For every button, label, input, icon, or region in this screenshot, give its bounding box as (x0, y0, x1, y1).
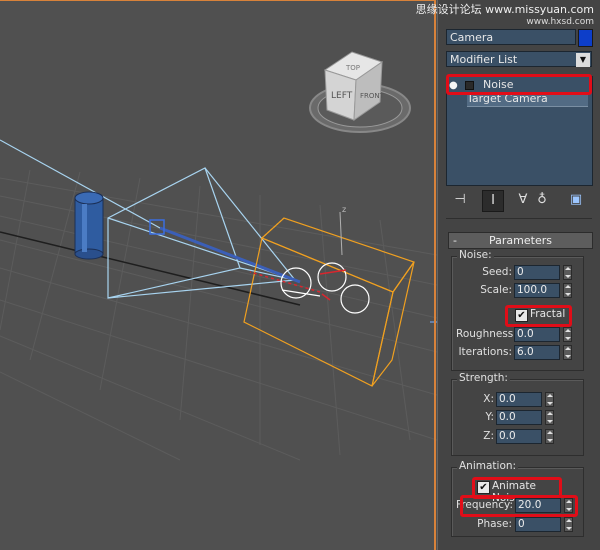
transform-gizmo[interactable] (249, 269, 347, 301)
scale-value[interactable]: 100.0 (514, 283, 560, 298)
remove-modifier-icon[interactable]: ♁ (532, 190, 552, 210)
show-end-result-icon[interactable]: I (482, 190, 504, 212)
strength-z-arrows-icon[interactable] (545, 429, 554, 444)
strength-z-label: Z: (483, 430, 494, 442)
phase-value[interactable]: 0 (515, 517, 561, 532)
strength-x-value[interactable]: 0.0 (496, 392, 542, 407)
camera-line (159, 226, 301, 284)
iterations-value[interactable]: 6.0 (514, 345, 560, 360)
fractal-label: Fractal (530, 308, 566, 320)
parameters-rollout-header[interactable]: - Parameters (448, 232, 593, 249)
fractal-check-icon[interactable]: ✔ (515, 309, 528, 322)
stack-item-label: Noise (483, 78, 514, 91)
collapse-sign: - (453, 234, 457, 247)
perspective-viewport[interactable]: z LEFT FRONT TOP (0, 0, 437, 550)
watermark: 思缘设计论坛 www.missyuan.com www.hxsd.com (416, 4, 594, 28)
scale-spinner-arrows-icon[interactable] (563, 283, 572, 298)
stack-item-label: Target Camera (467, 92, 548, 105)
viewcube-top-label: TOP (345, 64, 360, 72)
stack-item-target-camera[interactable]: Target Camera (467, 92, 588, 107)
phase-spinner-arrows-icon[interactable] (564, 517, 573, 532)
object-color-swatch[interactable] (578, 29, 593, 47)
watermark-line3: www.hxsd.com (526, 17, 594, 27)
make-unique-icon[interactable]: ∀ (513, 190, 533, 210)
lightbulb-icon[interactable]: ● (449, 79, 461, 93)
animate-noise-checkbox[interactable]: ✔ Animate Noise (474, 479, 558, 504)
animation-group-label: Animation: (457, 460, 519, 472)
configure-sets-icon[interactable]: ▣ (566, 190, 586, 210)
z-axis-label: z (342, 205, 346, 214)
strength-y-label: Y: (485, 411, 494, 423)
strength-y-value[interactable]: 0.0 (496, 410, 542, 425)
fractal-checkbox[interactable]: ✔ Fractal (512, 307, 568, 323)
seed-value[interactable]: 0 (514, 265, 560, 280)
pin-stack-icon[interactable]: ⊣ (450, 190, 470, 210)
seed-label: Seed: (482, 266, 512, 278)
animate-noise-check-icon[interactable]: ✔ (477, 481, 490, 494)
object-name-field[interactable]: Camera (446, 29, 576, 45)
viewcube[interactable]: LEFT FRONT TOP (309, 51, 411, 133)
blue-cylinder[interactable] (74, 191, 104, 260)
panel-separator (446, 218, 592, 219)
roughness-label: Roughness: (456, 328, 517, 340)
selected-camera-gizmo[interactable] (243, 217, 415, 387)
modifier-list-label: Modifier List (450, 53, 518, 66)
frequency-spinner-arrows-icon[interactable] (564, 498, 573, 513)
modifier-stack[interactable]: ● Noise Target Camera (446, 76, 593, 186)
roughness-spinner-arrows-icon[interactable] (563, 327, 572, 342)
expand-toggle-icon[interactable] (464, 80, 474, 90)
home-grid (0, 169, 437, 461)
seed-spinner-arrows-icon[interactable] (563, 265, 572, 280)
iterations-label: Iterations: (458, 346, 512, 358)
viewport-scene: z LEFT FRONT TOP (0, 51, 437, 461)
stack-item-noise[interactable]: ● Noise (449, 78, 590, 92)
strength-y-arrows-icon[interactable] (545, 410, 554, 425)
noise-group-label: Noise: (457, 249, 494, 261)
scale-label: Scale: (480, 284, 512, 296)
viewcube-left-label: LEFT (331, 91, 353, 101)
dropdown-arrow-icon[interactable]: ▼ (576, 53, 590, 67)
z-axis-line (339, 211, 343, 256)
frequency-value[interactable]: 20.0 (515, 498, 561, 513)
strength-group-label: Strength: (457, 372, 510, 384)
frequency-label: Frequency: (456, 499, 514, 511)
strength-x-label: X: (483, 393, 494, 405)
modifier-list-dropdown[interactable]: Modifier List ▼ (446, 51, 592, 67)
iterations-spinner-arrows-icon[interactable] (563, 345, 572, 360)
strength-z-value[interactable]: 0.0 (496, 429, 542, 444)
watermark-line1: 思缘设计论坛 www.missyuan.com (415, 3, 594, 16)
strength-x-arrows-icon[interactable] (545, 392, 554, 407)
phase-label: Phase: (477, 518, 512, 530)
roughness-value[interactable]: 0.0 (514, 327, 560, 342)
viewcube-front-label: FRONT (360, 92, 385, 100)
rollout-title: Parameters (489, 234, 552, 247)
